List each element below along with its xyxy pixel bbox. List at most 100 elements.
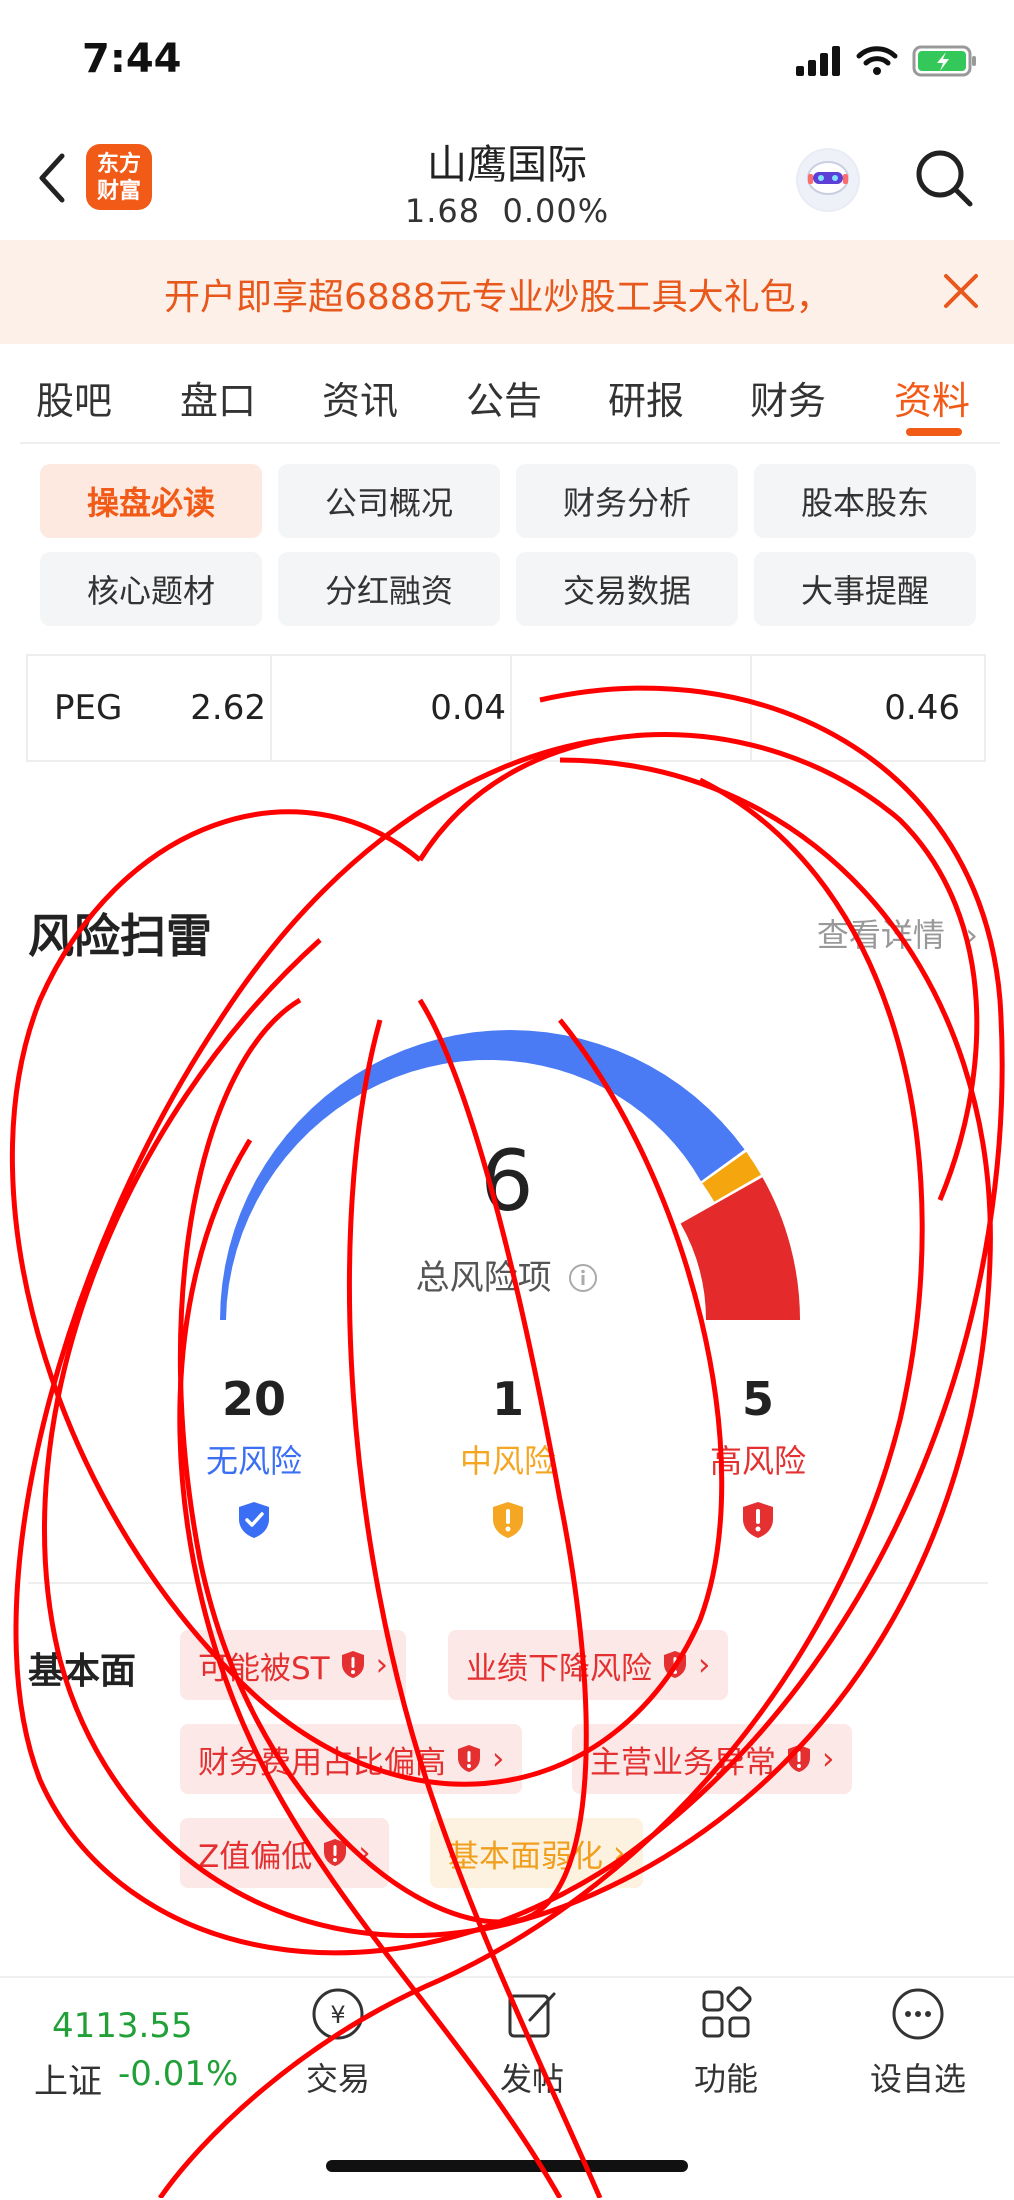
chevron-right-icon: ›: [822, 1741, 835, 1777]
status-time: 7:44: [82, 36, 182, 82]
high-risk-stat[interactable]: 5 高风险: [648, 1372, 868, 1544]
info-icon[interactable]: [568, 1263, 598, 1293]
subtab-financial-analysis[interactable]: 财务分析: [516, 464, 738, 538]
nav-add-watchlist[interactable]: 设自选: [848, 1986, 988, 2100]
stock-change: 0.00%: [502, 192, 610, 230]
chevron-right-icon: ›: [375, 1647, 389, 1683]
signal-icon: [796, 46, 840, 76]
peg-value: 0.46: [884, 688, 960, 728]
nav-functions[interactable]: 功能: [656, 1986, 796, 2100]
risk-tag-label: 基本面弱化: [448, 1838, 603, 1875]
risk-tag-label: 可能被ST: [198, 1650, 330, 1687]
shield-alert-icon: [664, 1651, 686, 1678]
compose-icon: [508, 1992, 556, 2038]
risk-tag-label: 财务费用占比偏高: [198, 1744, 446, 1781]
wifi-icon: [856, 46, 898, 75]
subtab-core-themes[interactable]: 核心题材: [40, 552, 262, 626]
nav-add-watchlist-label: 设自选: [869, 2060, 966, 2098]
table-row: PEG 2.62 0.04 0.46: [26, 654, 986, 762]
total-risk-count: 6: [480, 1132, 534, 1230]
subtab-trading-essentials[interactable]: 操盘必读: [40, 464, 262, 538]
tab-research[interactable]: 研报: [608, 370, 684, 425]
tab-finance[interactable]: 财务: [750, 370, 826, 425]
more-icon: [892, 1988, 944, 2040]
tabs-divider: [20, 442, 1000, 444]
stock-price: 1.68: [404, 192, 481, 230]
fundamentals-label: 基本面: [28, 1651, 137, 1692]
stock-name: 山鹰国际: [427, 142, 587, 188]
nav-functions-label: 功能: [693, 2060, 758, 2098]
index-name[interactable]: 上证: [34, 2054, 102, 2103]
risk-tag[interactable]: Z值偏低 ›: [180, 1818, 389, 1888]
battery-icon: [912, 45, 976, 77]
cell-divider: [270, 656, 272, 760]
shield-alert-icon: [743, 1502, 773, 1538]
nav-post-label: 发帖: [499, 2060, 564, 2098]
shield-check-icon: [239, 1502, 269, 1538]
stock-quote: 1.68 0.00%: [0, 192, 1014, 230]
chevron-right-icon: ›: [492, 1741, 505, 1777]
risk-scan-title: 风险扫雷: [28, 909, 212, 963]
nav-post[interactable]: 发帖: [462, 1986, 602, 2100]
active-tab-indicator: [906, 428, 962, 436]
risk-tag[interactable]: 业绩下降风险 ›: [448, 1630, 729, 1700]
view-details-link[interactable]: 查看详情 ›: [817, 910, 978, 956]
tab-announcements[interactable]: 公告: [466, 370, 542, 425]
subtab-trading-data[interactable]: 交易数据: [516, 552, 738, 626]
cell-divider: [750, 656, 752, 760]
promo-banner-text[interactable]: 开户即享超6888元专业炒股工具大礼包，: [164, 268, 894, 320]
index-value[interactable]: 4113.55: [52, 2006, 193, 2046]
trade-icon: ¥: [312, 1988, 364, 2040]
chevron-right-icon: ›: [358, 1835, 371, 1871]
shield-alert-icon: [458, 1745, 480, 1772]
nav-trade[interactable]: ¥ 交易: [268, 1986, 408, 2100]
tab-news[interactable]: 资讯: [322, 370, 398, 425]
search-icon[interactable]: [912, 146, 976, 210]
svg-text:¥: ¥: [330, 2001, 345, 2029]
peg-value: 2.62: [190, 688, 266, 728]
home-indicator: [326, 2160, 688, 2172]
risk-tag[interactable]: 财务费用占比偏高 ›: [180, 1724, 523, 1794]
mid-risk-label: 中风险: [459, 1442, 556, 1480]
shield-alert-icon: [341, 1651, 364, 1678]
tab-pankou[interactable]: 盘口: [180, 370, 256, 425]
risk-tag-label: 主营业务异常: [590, 1744, 776, 1781]
risk-tag-label: 业绩下降风险: [466, 1650, 652, 1687]
chevron-right-icon: ›: [613, 1835, 626, 1871]
peg-value: 0.04: [430, 688, 506, 728]
no-risk-label: 无风险: [205, 1442, 302, 1480]
risk-tag-label: Z值偏低: [198, 1838, 313, 1875]
total-risk-label: 总风险项: [0, 1250, 1014, 1299]
risk-tag[interactable]: 可能被ST ›: [180, 1630, 407, 1700]
chevron-right-icon: ›: [955, 916, 978, 954]
mid-risk-count: 1: [491, 1372, 524, 1426]
no-risk-stat[interactable]: 20 无风险: [144, 1372, 364, 1544]
shield-alert-icon: [493, 1502, 523, 1538]
nav-trade-label: 交易: [305, 2060, 370, 2098]
tab-guba[interactable]: 股吧: [36, 370, 112, 425]
high-risk-label: 高风险: [709, 1442, 806, 1480]
shield-alert-icon: [788, 1745, 810, 1772]
assistant-robot-icon[interactable]: [796, 148, 860, 212]
cell-divider: [510, 656, 512, 760]
high-risk-count: 5: [741, 1372, 774, 1426]
subtab-company-overview[interactable]: 公司概况: [278, 464, 500, 538]
view-details-label: 查看详情: [816, 916, 945, 954]
peg-label: PEG: [54, 688, 123, 728]
subtab-dividends-financing[interactable]: 分红融资: [278, 552, 500, 626]
tab-profile[interactable]: 资料: [894, 370, 970, 425]
status-icons: [796, 44, 978, 78]
total-risk-label-text: 总风险项: [415, 1258, 552, 1298]
mid-risk-stat[interactable]: 1 中风险: [398, 1372, 618, 1544]
section-divider: [28, 1582, 988, 1584]
no-risk-count: 20: [221, 1372, 286, 1426]
grid-icon: [702, 1986, 752, 2038]
index-change[interactable]: -0.01%: [118, 2054, 238, 2094]
risk-tag[interactable]: 主营业务异常 ›: [572, 1724, 853, 1794]
shield-alert-icon: [324, 1839, 347, 1866]
subtab-shareholders[interactable]: 股本股东: [754, 464, 976, 538]
main-tabs: 股吧 盘口 资讯 公告 研报 财务 资料: [0, 360, 1014, 444]
risk-tag[interactable]: 基本面弱化 ›: [430, 1818, 644, 1888]
close-icon[interactable]: [940, 270, 982, 312]
subtab-events[interactable]: 大事提醒: [754, 552, 976, 626]
